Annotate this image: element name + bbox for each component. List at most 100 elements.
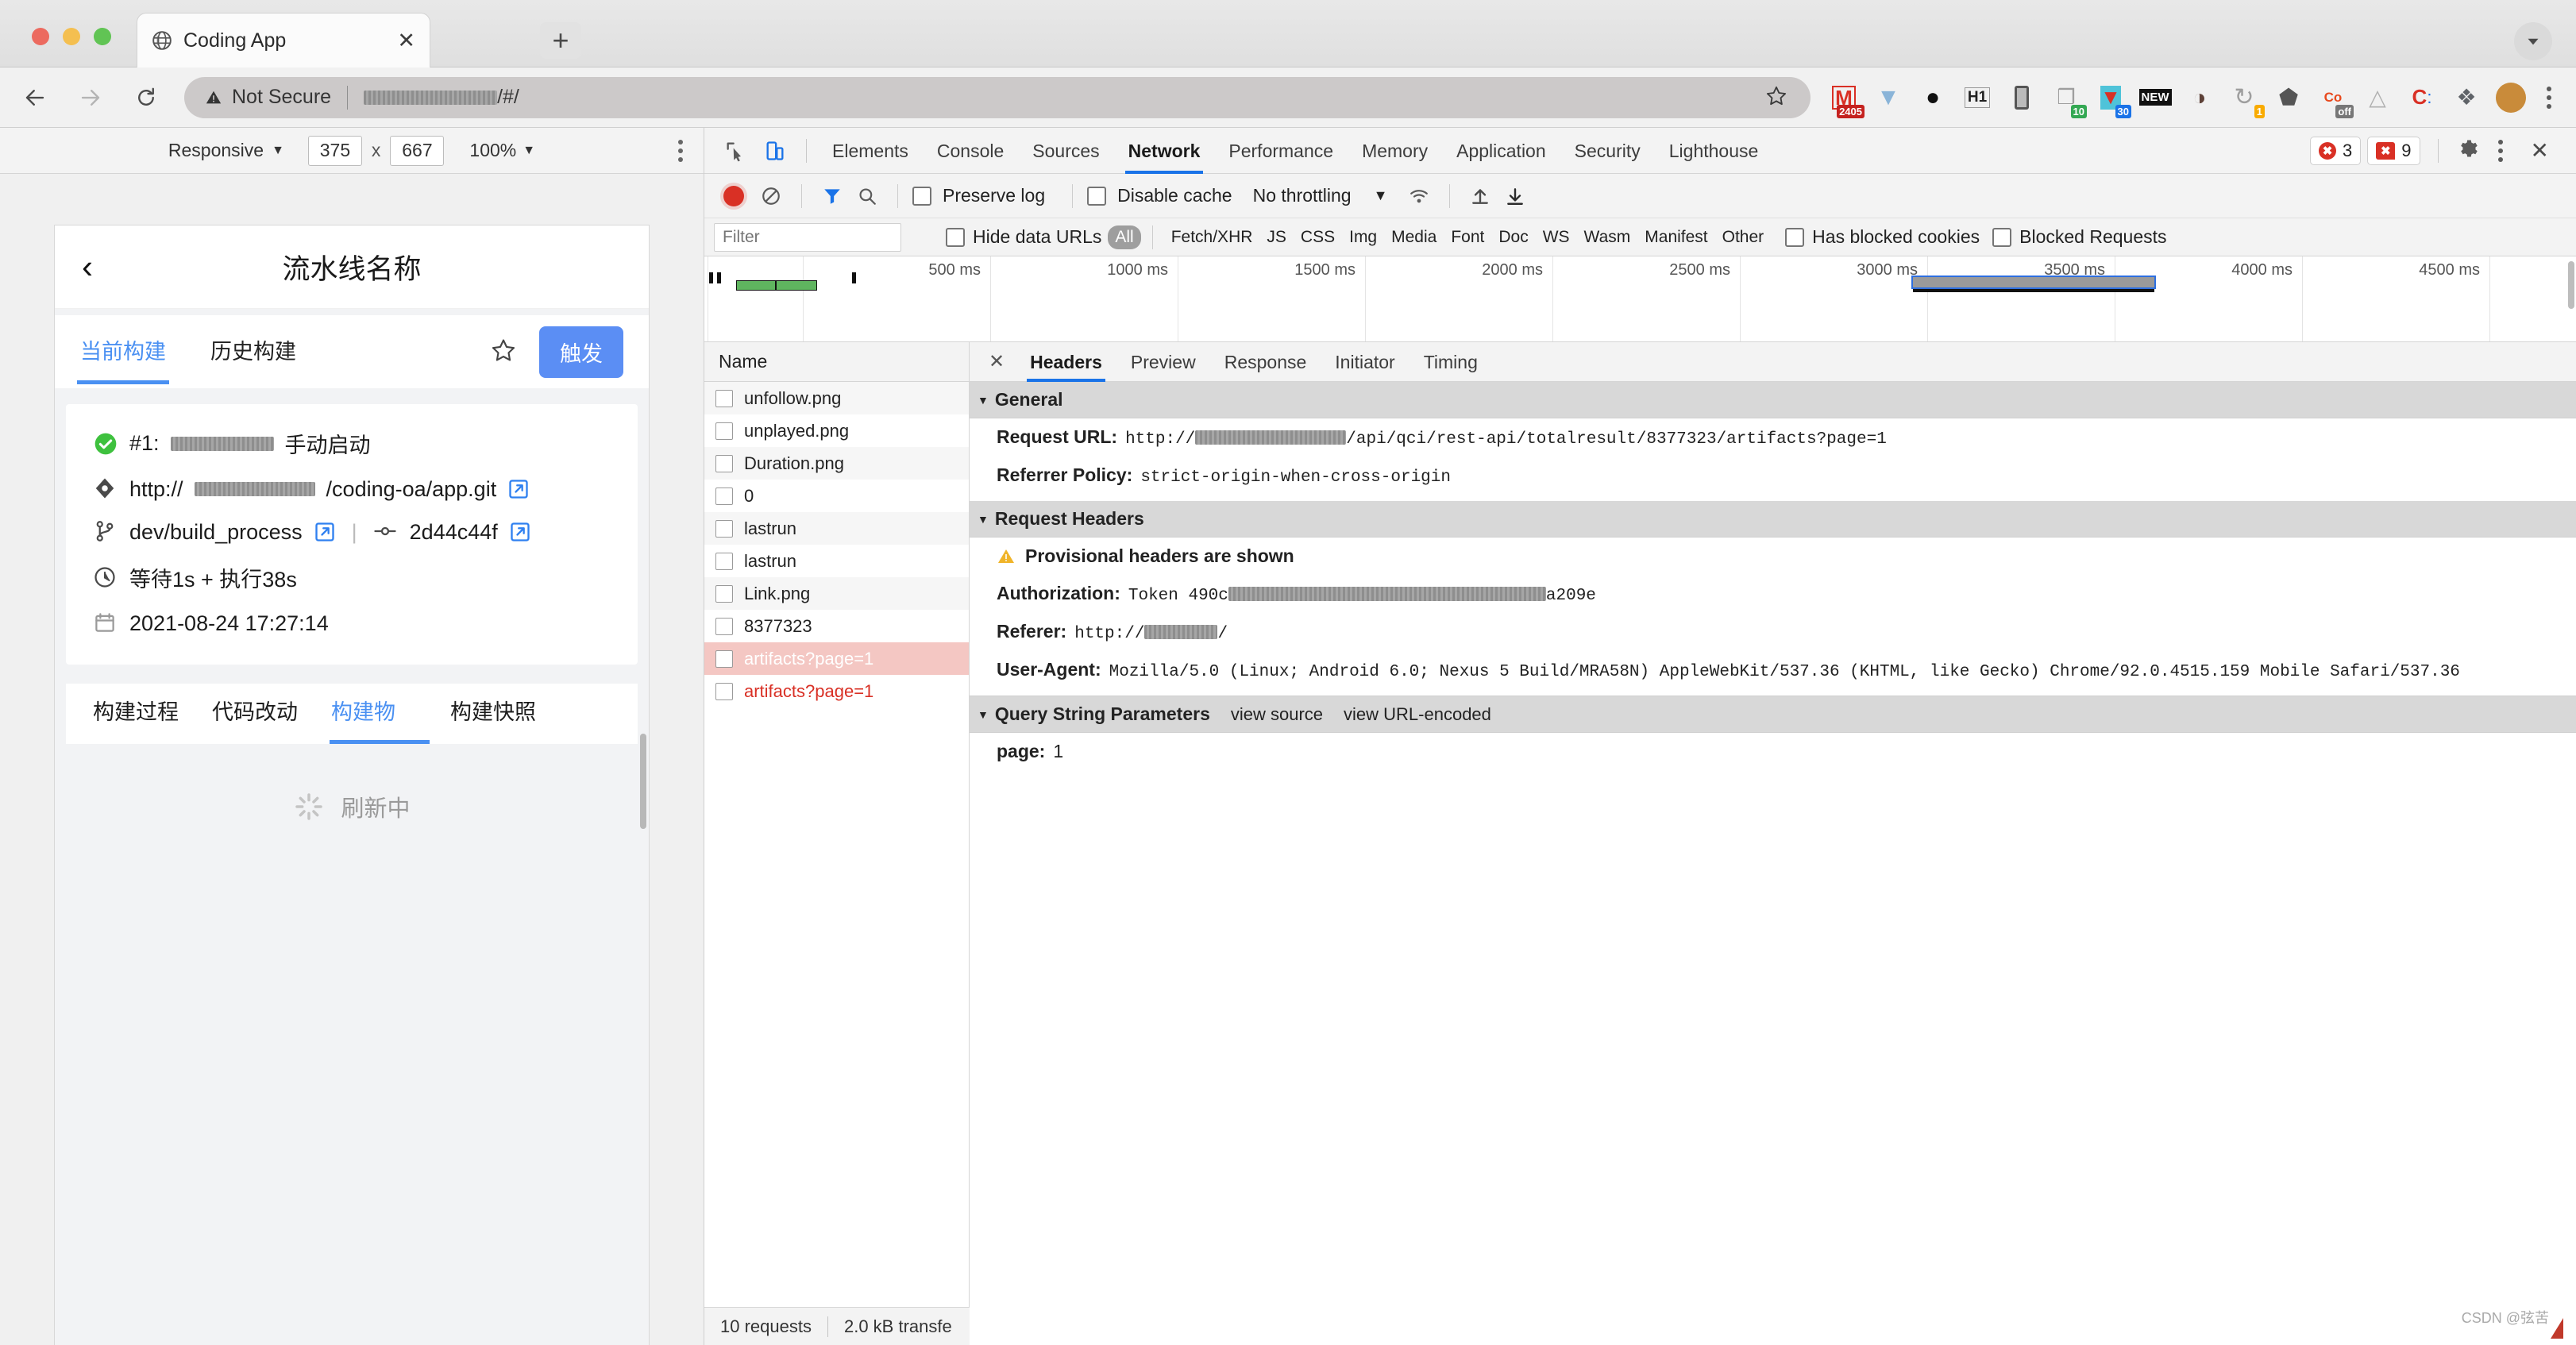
avatar[interactable] [2489,75,2533,120]
device-toolbar-icon[interactable] [758,134,792,168]
import-har-icon[interactable] [1464,180,1496,212]
close-detail-icon[interactable]: ✕ [978,350,1016,373]
tab-current-build[interactable]: 当前构建 [77,334,169,384]
filter-type-img[interactable]: Img [1342,225,1384,249]
row-checkbox[interactable] [715,454,733,472]
extension-coupon-off-icon[interactable]: Co off [2311,75,2355,120]
zoom-select[interactable]: 100% ▼ [469,140,535,161]
extension-copy-pages-icon[interactable]: ❒ 10 [2044,75,2088,120]
filter-type-media[interactable]: Media [1384,225,1444,249]
table-row[interactable]: 0 [704,480,969,512]
blocked-requests-checkbox[interactable] [1992,227,2012,247]
preserve-log-checkbox[interactable] [912,186,931,206]
subtab-artifacts[interactable]: 构建物 [323,684,442,744]
export-har-icon[interactable] [1499,180,1531,212]
extension-refresh-icon[interactable]: ↻ 1 [2222,75,2266,120]
extension-h1-icon[interactable]: H1 [1955,75,1999,120]
filter-type-ws[interactable]: WS [1536,225,1577,249]
row-checkbox[interactable] [715,487,733,505]
query-string-section-header[interactable]: ▼ Query String Parameters view source vie… [970,696,2576,733]
table-row[interactable]: 8377323 [704,610,969,642]
not-secure-indicator[interactable]: Not Secure [205,86,331,109]
minimize-window-button[interactable] [63,28,80,45]
row-checkbox[interactable] [715,422,733,440]
tab-network[interactable]: Network [1114,128,1215,174]
external-link-icon[interactable] [507,478,530,500]
table-row[interactable]: Link.png [704,577,969,610]
tab-close-icon[interactable]: ✕ [397,29,415,52]
filter-type-wasm[interactable]: Wasm [1577,225,1638,249]
filter-funnel-icon[interactable] [816,180,848,212]
table-row[interactable]: unplayed.png [704,414,969,447]
close-icon[interactable]: ✕ [2523,137,2557,164]
devtools-menu-icon[interactable] [2485,139,2516,162]
row-checkbox[interactable] [715,617,733,635]
extension-mask-icon[interactable]: ◑ [2177,75,2222,120]
row-checkbox[interactable] [715,389,733,407]
table-row[interactable]: lastrun [704,512,969,545]
extension-gmail-icon[interactable]: M 2405 [1822,75,1866,120]
throttling-select[interactable]: No throttling [1253,185,1352,206]
tab-timing[interactable]: Timing [1409,342,1492,382]
external-link-icon[interactable] [509,521,531,543]
tab-performance[interactable]: Performance [1214,128,1348,174]
table-row[interactable]: unfollow.png [704,382,969,414]
filter-type-fetch-xhr[interactable]: Fetch/XHR [1164,225,1260,249]
filter-type-all[interactable]: All [1108,225,1141,249]
extension-new-badge-icon[interactable]: NEW [2133,75,2177,120]
device-menu-icon[interactable] [678,139,683,162]
window-menu-icon[interactable] [2514,22,2552,60]
browser-menu-icon[interactable] [2533,86,2565,109]
extension-panda-icon[interactable]: ● [1911,75,1955,120]
tab-headers[interactable]: Headers [1016,342,1116,382]
chevron-down-icon[interactable]: ▼ [1374,187,1388,204]
table-row[interactable]: lastrun [704,545,969,577]
row-checkbox[interactable] [715,682,733,700]
table-row-selected[interactable]: artifacts?page=1 [704,642,969,675]
network-timeline-overview[interactable]: 500 ms 1000 ms 1500 ms 2000 ms 2500 ms 3… [704,256,2576,342]
extension-c-dots-icon[interactable]: C: [2400,75,2444,120]
row-checkbox[interactable] [715,649,733,668]
filter-type-manifest[interactable]: Manifest [1637,225,1714,249]
filter-type-js[interactable]: JS [1259,225,1294,249]
disable-cache-checkbox[interactable] [1087,186,1107,206]
page-scrollbar[interactable] [640,734,646,829]
back-arrow-icon[interactable]: ‹ [82,250,93,283]
search-icon[interactable] [851,180,883,212]
omnibox[interactable]: Not Secure /#/ [184,76,1811,118]
maximize-window-button[interactable] [94,28,111,45]
forward-button[interactable] [70,77,111,118]
device-select[interactable]: Responsive ▼ [168,140,284,161]
reload-button[interactable] [125,77,167,118]
subtab-code-changes[interactable]: 代码改动 [204,684,323,744]
tab-security[interactable]: Security [1560,128,1655,174]
subtab-build-process[interactable]: 构建过程 [85,684,204,744]
view-source-link[interactable]: view source [1231,704,1323,725]
filter-type-doc[interactable]: Doc [1491,225,1535,249]
has-blocked-cookies-checkbox[interactable] [1785,227,1805,247]
network-conditions-icon[interactable] [1403,180,1435,212]
tab-lighthouse[interactable]: Lighthouse [1655,128,1773,174]
close-window-button[interactable] [32,28,49,45]
general-section-header[interactable]: ▼ General [970,382,2576,418]
subtab-build-snapshot[interactable]: 构建快照 [442,684,561,744]
tab-console[interactable]: Console [923,128,1018,174]
filter-input[interactable] [714,222,901,252]
clear-icon[interactable] [755,180,787,212]
row-checkbox[interactable] [715,584,733,603]
extension-triangle-icon[interactable]: △ [2355,75,2400,120]
tab-memory[interactable]: Memory [1348,128,1442,174]
hide-data-urls-checkbox[interactable] [946,227,965,247]
timeline-scrollbar[interactable] [2568,261,2574,309]
view-url-encoded-link[interactable]: view URL-encoded [1344,704,1491,725]
extension-shield-dark-icon[interactable]: ⬟ [2266,75,2311,120]
table-row-error[interactable]: artifacts?page=1 [704,675,969,707]
tab-elements[interactable]: Elements [818,128,923,174]
row-checkbox[interactable] [715,552,733,570]
error-count-badge[interactable]: ✖ 3 [2310,136,2362,165]
tab-initiator[interactable]: Initiator [1321,342,1409,382]
gear-icon[interactable] [2456,137,2478,164]
extension-download-icon[interactable]: ▼ 30 [2088,75,2133,120]
warning-count-badge[interactable]: ✖ 9 [2367,136,2420,165]
browser-tab[interactable]: Coding App ✕ [137,13,430,67]
